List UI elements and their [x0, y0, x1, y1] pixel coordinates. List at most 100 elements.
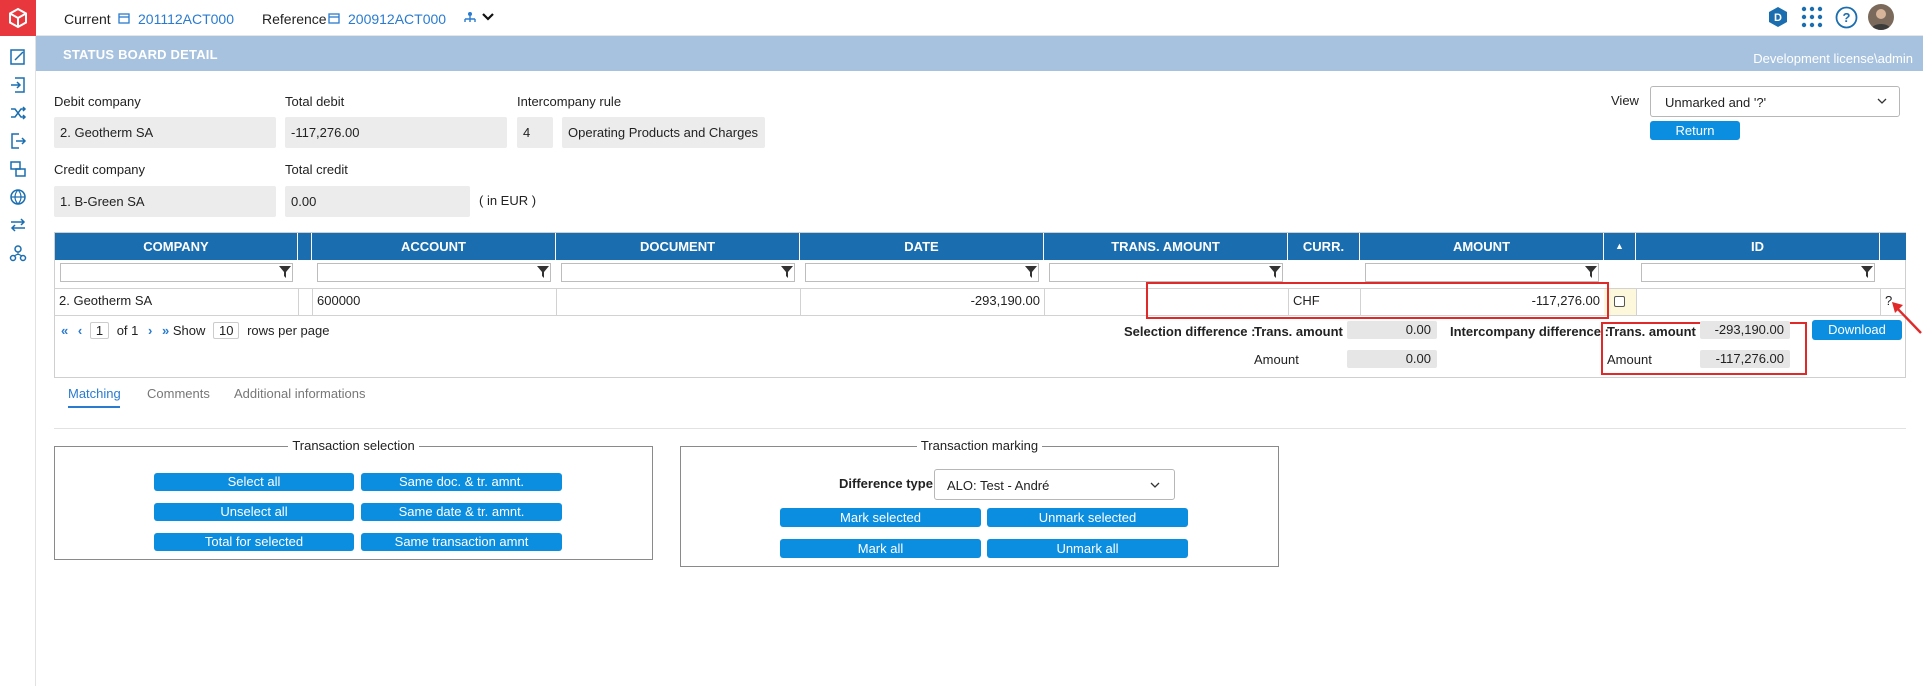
- difference-type-select[interactable]: ALO: Test - André: [934, 469, 1175, 500]
- chevron-down-icon[interactable]: [481, 12, 495, 22]
- filter-trans-amount-input[interactable]: [1049, 263, 1283, 282]
- calendar-icon[interactable]: [118, 12, 130, 24]
- filter-company-input[interactable]: [60, 263, 293, 282]
- last-page-icon[interactable]: »: [162, 323, 169, 338]
- layers-icon[interactable]: [9, 160, 27, 178]
- swap-icon[interactable]: [9, 216, 27, 234]
- ic-amount-label: Amount: [1607, 352, 1652, 367]
- shuffle-icon[interactable]: [9, 104, 27, 122]
- filter-icon[interactable]: [781, 266, 793, 278]
- filter-icon[interactable]: [1269, 266, 1281, 278]
- next-page-icon[interactable]: ›: [148, 323, 152, 338]
- unmark-all-button[interactable]: Unmark all: [987, 539, 1188, 558]
- edit-sheet-icon[interactable]: [9, 48, 27, 66]
- filter-date-input[interactable]: [805, 263, 1039, 282]
- help-icon[interactable]: ?: [1835, 6, 1858, 32]
- view-label: View: [1611, 93, 1639, 108]
- col-header-document[interactable]: DOCUMENT: [556, 233, 800, 260]
- ic-trans-amount-label: Trans. amount: [1607, 324, 1696, 339]
- col-header-account[interactable]: ACCOUNT: [312, 233, 556, 260]
- mark-selected-button[interactable]: Mark selected: [780, 508, 981, 527]
- filter-icon[interactable]: [1861, 266, 1873, 278]
- col-header-amount[interactable]: AMOUNT: [1360, 233, 1604, 260]
- debit-company-label: Debit company: [54, 94, 141, 109]
- tab-matching[interactable]: Matching: [68, 386, 121, 401]
- credit-company-label: Credit company: [54, 162, 146, 177]
- d-badge-icon[interactable]: D: [1767, 6, 1789, 28]
- app-logo-icon[interactable]: [0, 0, 36, 36]
- same-doc-tr-amnt-button[interactable]: Same doc. & tr. amnt.: [361, 473, 562, 491]
- filter-amount-input[interactable]: [1365, 263, 1599, 282]
- unselect-all-button[interactable]: Unselect all: [154, 503, 354, 521]
- col-header-id[interactable]: ID: [1636, 233, 1880, 260]
- page-title: STATUS BOARD DETAIL: [63, 47, 218, 62]
- svg-text:?: ?: [1843, 10, 1851, 25]
- col-header-sort[interactable]: ▲: [1604, 233, 1636, 260]
- transaction-marking-legend: Transaction marking: [916, 438, 1043, 453]
- transaction-marking-panel: Transaction marking Difference type Mark…: [680, 438, 1279, 567]
- ic-diff-label: Intercompany difference :: [1450, 324, 1609, 339]
- difference-type-label: Difference type: [839, 476, 933, 491]
- tab-comments[interactable]: Comments: [147, 386, 210, 401]
- filter-account-input[interactable]: [317, 263, 551, 282]
- total-debit-field: -117,276.00: [285, 117, 507, 148]
- mark-all-button[interactable]: Mark all: [780, 539, 981, 558]
- export-icon[interactable]: [9, 132, 27, 150]
- view-select[interactable]: Unmarked and '?': [1650, 86, 1900, 117]
- calendar-icon[interactable]: [328, 12, 340, 24]
- current-period-link[interactable]: 201112ACT000: [138, 11, 234, 27]
- sel-amount-value: 0.00: [1347, 350, 1437, 368]
- apps-grid-icon[interactable]: [1801, 6, 1823, 31]
- top-bar: Current 201112ACT000 Reference 200912ACT…: [36, 0, 1923, 36]
- ic-rule-label: Intercompany rule: [517, 94, 622, 109]
- page-number-input[interactable]: 1: [89, 322, 110, 339]
- hierarchy-icon[interactable]: [462, 11, 478, 25]
- prev-page-icon[interactable]: ‹: [78, 323, 82, 338]
- filter-icon[interactable]: [1025, 266, 1037, 278]
- download-button[interactable]: Download: [1812, 320, 1902, 340]
- filter-id-input[interactable]: [1641, 263, 1875, 282]
- col-header-date[interactable]: DATE: [800, 233, 1044, 260]
- select-all-button[interactable]: Select all: [154, 473, 354, 491]
- first-page-icon[interactable]: «: [61, 323, 68, 338]
- ic-amount-value: -117,276.00: [1700, 350, 1790, 368]
- of-label: of: [116, 323, 128, 338]
- col-header-company[interactable]: COMPANY: [55, 233, 298, 260]
- user-avatar[interactable]: [1868, 4, 1894, 30]
- col-header-trans-amount[interactable]: TRANS. AMOUNT: [1044, 233, 1288, 260]
- filter-document-input[interactable]: [561, 263, 795, 282]
- return-button[interactable]: Return: [1650, 121, 1740, 140]
- same-date-tr-amnt-button[interactable]: Same date & tr. amnt.: [361, 503, 562, 521]
- current-label: Current: [64, 11, 111, 27]
- rows-per-page-input[interactable]: 10: [213, 322, 240, 339]
- highlight-box: [1146, 282, 1609, 319]
- svg-text:D: D: [1774, 12, 1782, 24]
- currency-note: ( in EUR ): [479, 193, 537, 208]
- sel-amount-label: Amount: [1254, 352, 1299, 367]
- cell-company: 2. Geotherm SA: [59, 293, 153, 308]
- transaction-selection-legend: Transaction selection: [288, 438, 419, 453]
- pagination: « ‹ 1 of 1 › » Show 10 rows per page: [61, 322, 329, 339]
- cell-account: 600000: [317, 293, 361, 308]
- reference-period-link[interactable]: 200912ACT000: [348, 11, 446, 27]
- view-select-value: Unmarked and '?': [1665, 95, 1767, 110]
- row-select-checkbox[interactable]: [1614, 296, 1625, 307]
- col-header-blank: [298, 233, 312, 260]
- org-chart-icon[interactable]: [9, 244, 27, 262]
- filter-icon[interactable]: [1585, 266, 1597, 278]
- active-tab-indicator: [68, 406, 120, 408]
- col-header-currency[interactable]: CURR.: [1288, 233, 1360, 260]
- ic-rule-name-field: Operating Products and Charges: [562, 117, 765, 148]
- unmark-selected-button[interactable]: Unmark selected: [987, 508, 1188, 527]
- filter-icon[interactable]: [279, 266, 291, 278]
- total-for-selected-button[interactable]: Total for selected: [154, 533, 354, 551]
- total-pages: 1: [131, 323, 139, 338]
- col-header-flag: [1880, 233, 1906, 260]
- total-credit-label: Total credit: [285, 162, 348, 177]
- globe-icon[interactable]: [9, 188, 27, 206]
- tab-additional-informations[interactable]: Additional informations: [234, 386, 366, 401]
- ic-trans-amount-value: -293,190.00: [1700, 321, 1790, 339]
- import-icon[interactable]: [9, 76, 27, 94]
- same-transaction-amnt-button[interactable]: Same transaction amnt: [361, 533, 562, 551]
- filter-icon[interactable]: [537, 266, 549, 278]
